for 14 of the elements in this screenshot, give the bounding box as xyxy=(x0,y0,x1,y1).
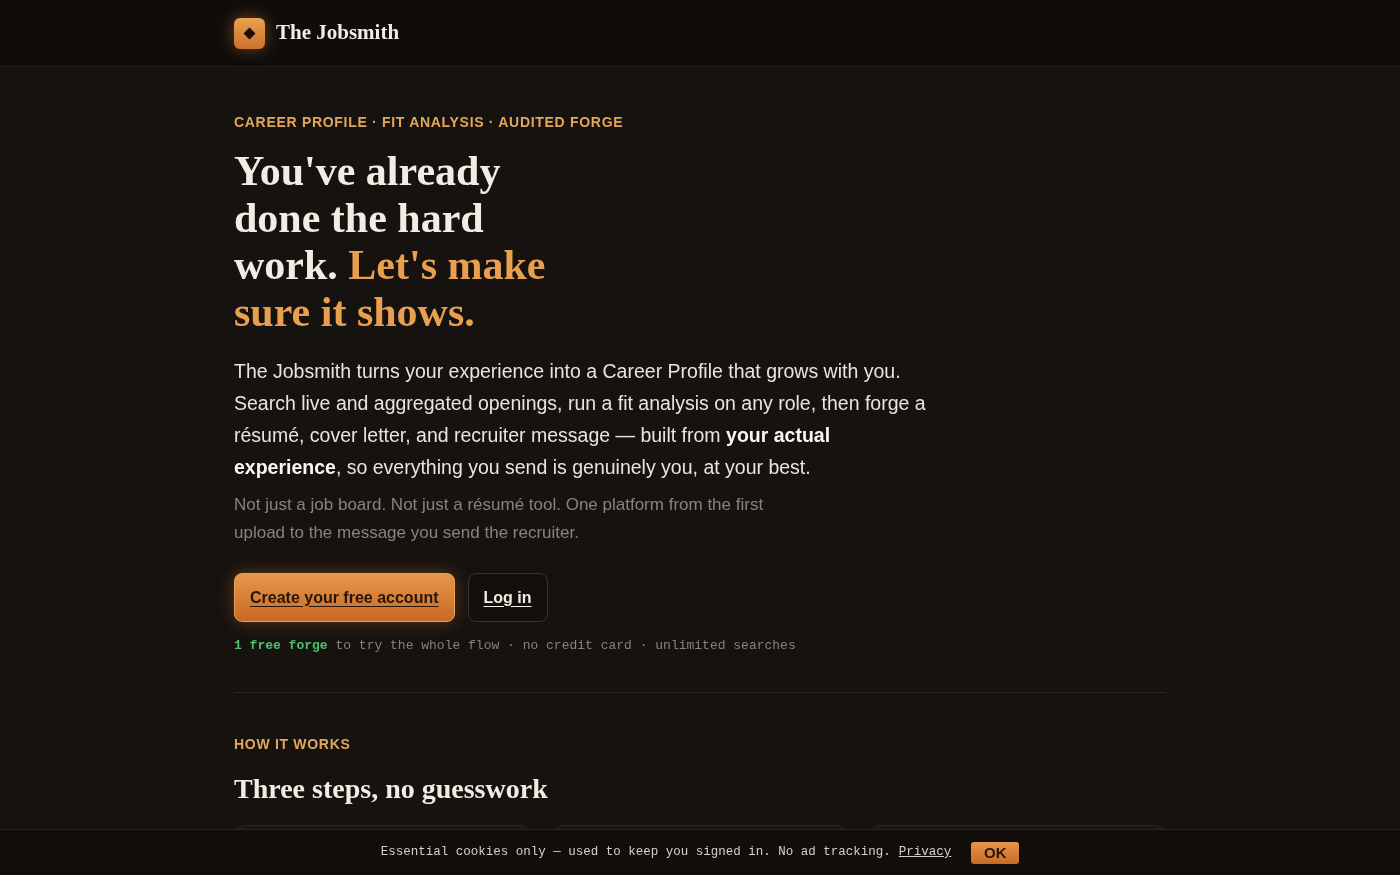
brand-name[interactable]: The Jobsmith xyxy=(276,17,400,49)
section-eyebrow: HOW IT WORKS xyxy=(234,735,352,754)
diamond-logo-icon xyxy=(234,17,265,49)
hero-note: Not just a job board. Not just a résumé tool. One platform from the first upload to the message you send the recruiter. xyxy=(234,494,765,544)
privacy-link[interactable]: Privacy xyxy=(898,843,952,862)
hero-eyebrow: CAREER PROFILE · FIT ANALYSIS · AUDITED FORGE xyxy=(234,113,625,132)
section-title: Three steps, no guesswork xyxy=(234,772,549,806)
fine-print: 1 free forge to try the whole flow · no credit card · unlimited searches xyxy=(234,637,797,655)
create-account-button[interactable]: Create your free account xyxy=(234,573,455,622)
hero-headline: You've already done the hard work. Let's make sure it shows. xyxy=(234,148,547,336)
ok-button[interactable]: OK xyxy=(971,841,1020,864)
cookie-notice: Essential cookies only — used to keep you signed in. No ad tracking. xyxy=(380,844,891,862)
log-in-button[interactable]: Log in xyxy=(467,573,548,622)
hero-intro: The Jobsmith turns your experience into a Career Profile that grows with you. Search live and aggregated openings, run a fit analysis on any role, then forge a résumé, cover letter, and recruiter message — built from your actual experience, so everything you send is genuinely you, at your best. xyxy=(234,359,927,480)
